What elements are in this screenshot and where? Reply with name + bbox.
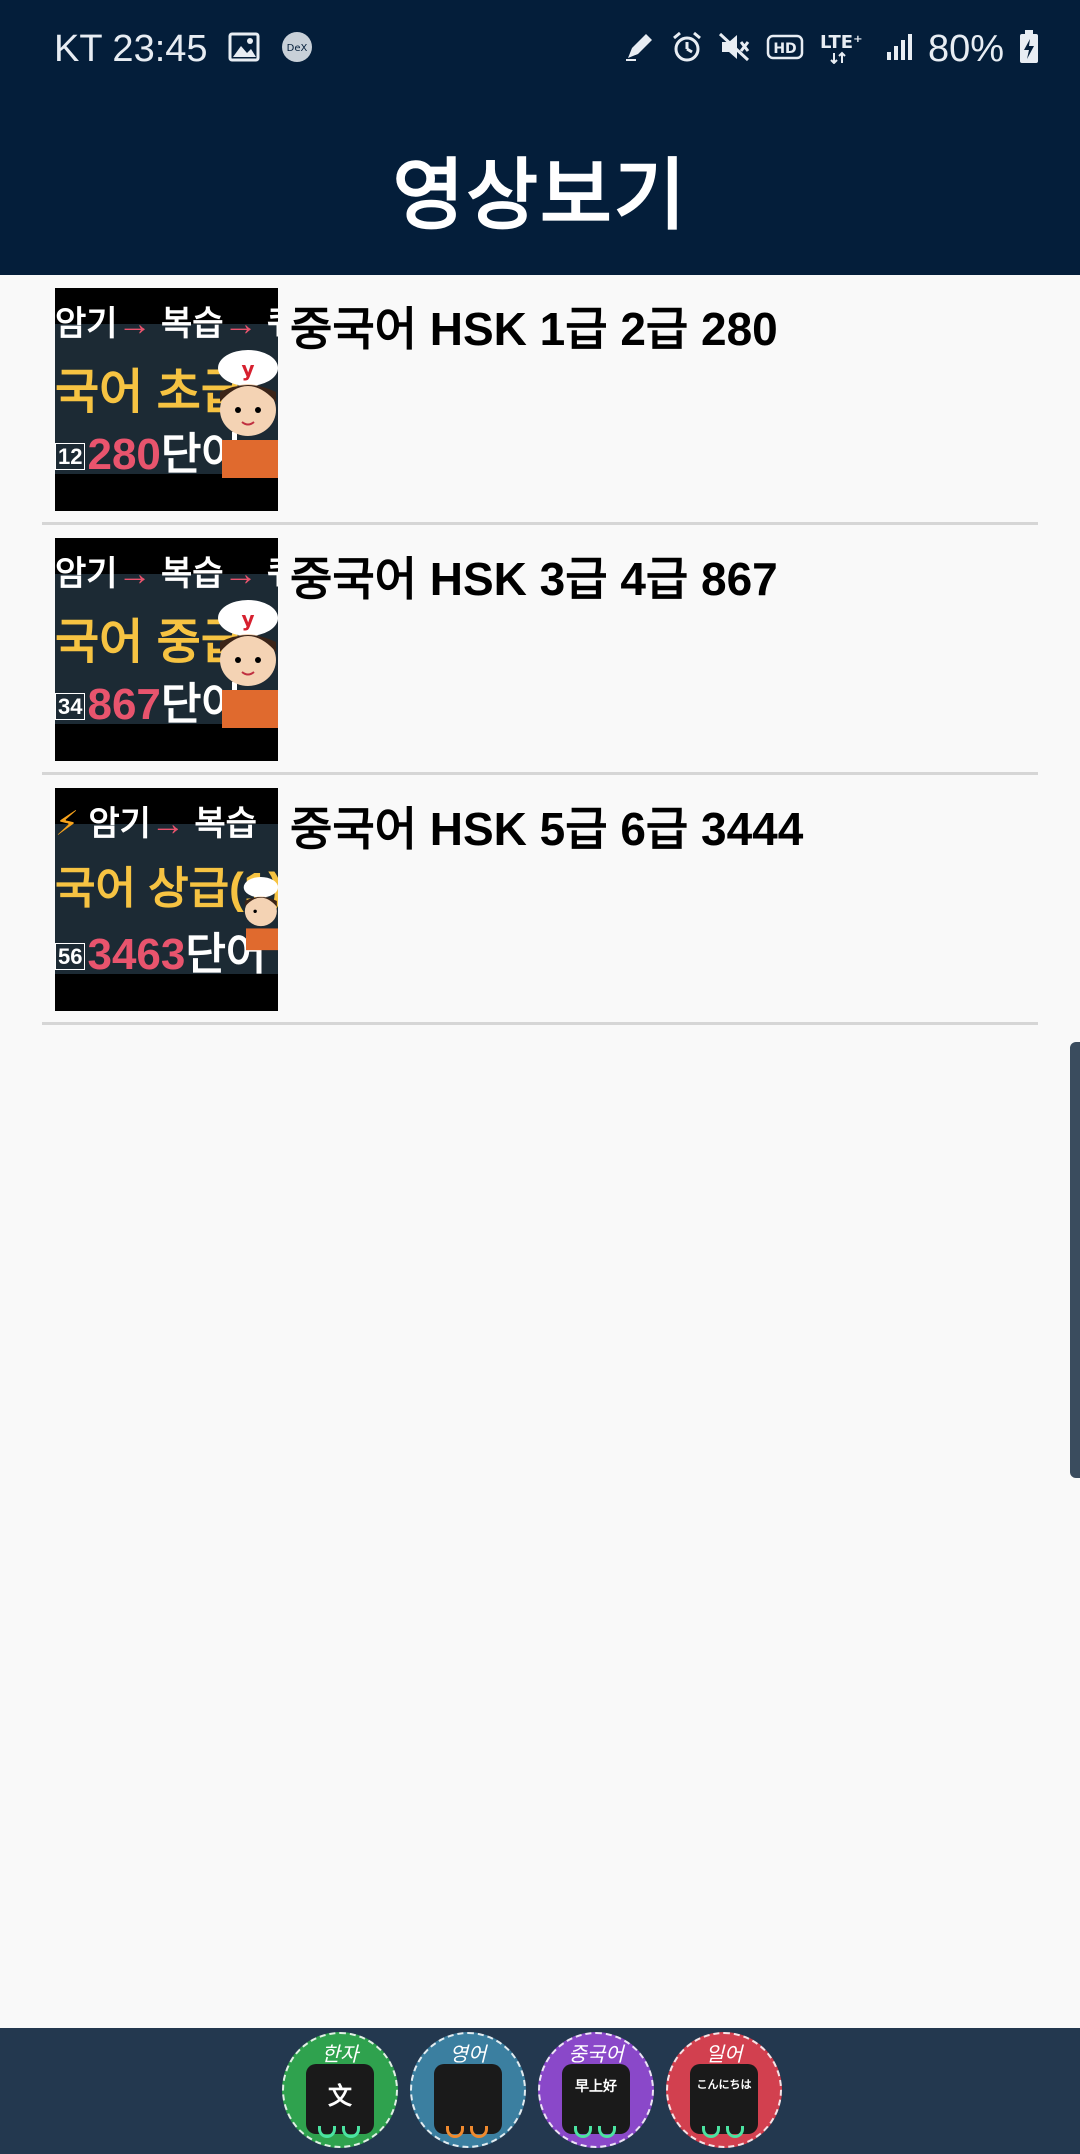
thumbnail-steps: ⚡ 암기→ 복습 <box>55 796 257 845</box>
chef-mascot-icon: y <box>218 600 278 728</box>
arrow-icon: → <box>223 305 258 343</box>
app-icon-group: 한자 文 영어 중국어 早上好 일어 こんにちは <box>282 2032 782 2148</box>
thumbnail-level: 12 <box>55 443 86 471</box>
app-glyph: 早上好 <box>575 2078 617 2094</box>
thumbnail-step: 암기 <box>55 555 118 593</box>
video-title[interactable]: 중국어 HSK 1급 2급 280 <box>290 293 778 359</box>
svg-text:LTE⁺: LTE⁺ <box>820 32 863 53</box>
thumbnail-steps: 암기→ 복습→ 퀴즈 <box>55 296 278 345</box>
thumbnail-count: 3463 <box>87 930 186 979</box>
bottom-app-bar: 한자 文 영어 중국어 早上好 일어 こんにちは <box>0 2028 1080 2154</box>
thumbnail-step: 복습 <box>161 305 224 343</box>
video-thumbnail[interactable]: 암기→ 복습→ 퀴즈 국어 중급 34867단어 y <box>55 538 278 761</box>
chef-mascot-icon <box>243 877 278 951</box>
status-bar: KT 23:45 DeX HD LTE⁺ 80% <box>0 0 1080 102</box>
image-icon <box>228 32 260 67</box>
battery-percent: 80% <box>927 28 1004 70</box>
lte-plus-icon: LTE⁺ <box>818 30 870 69</box>
video-list-item[interactable]: 암기→ 복습→ 퀴즈 국어 중급 34867단어 y 중국어 HSK 3급 4급… <box>42 525 1038 775</box>
eyes-icon <box>318 2126 364 2140</box>
chinese-app-icon[interactable]: 중국어 早上好 <box>538 2032 654 2148</box>
battery-charging-icon <box>1018 29 1040 70</box>
page-title: 영상보기 <box>392 150 688 239</box>
app-label: 영어 <box>449 2044 487 2066</box>
eyes-icon <box>702 2126 748 2140</box>
chef-mascot-icon: y <box>218 350 278 478</box>
thumbnail-count: 280 <box>87 430 161 479</box>
app-header: 영상보기 <box>0 102 1080 275</box>
app-label: 일어 <box>705 2044 743 2066</box>
flame-icon: ⚡ <box>55 805 79 843</box>
app-glyph: 文 <box>328 2083 352 2110</box>
app-glyph: こんにちは <box>696 2079 752 2091</box>
thumbnail-level: 56 <box>55 943 86 971</box>
video-list: 암기→ 복습→ 퀴즈 국어 초급 12280단어 y 중국어 HSK 1급 2급… <box>42 275 1038 1025</box>
app-screen <box>434 2064 502 2134</box>
app-label: 한자 <box>321 2044 359 2066</box>
thumbnail-step: 암기 <box>55 305 118 343</box>
app-label: 중국어 <box>568 2044 624 2066</box>
japanese-app-icon[interactable]: 일어 こんにちは <box>666 2032 782 2148</box>
app-screen <box>690 2064 758 2134</box>
app-screen <box>562 2064 630 2134</box>
arrow-icon: → <box>223 555 258 593</box>
svg-text:HD: HD <box>773 41 796 57</box>
thumbnail-step: 복습 <box>161 555 224 593</box>
thumbnail-step: 퀴즈 <box>267 305 278 343</box>
thumbnail-step: 복습 <box>194 805 257 843</box>
signal-icon <box>884 32 914 67</box>
mute-icon <box>718 30 752 69</box>
arrow-icon: → <box>117 555 152 593</box>
carrier-time: KT 23:45 <box>54 28 208 70</box>
video-title[interactable]: 중국어 HSK 5급 6급 3444 <box>290 793 803 859</box>
alarm-icon <box>670 30 704 69</box>
hanja-app-icon[interactable]: 한자 文 <box>282 2032 398 2148</box>
arrow-icon: → <box>150 805 185 843</box>
thumbnail-steps: 암기→ 복습→ 퀴즈 <box>55 546 278 595</box>
video-list-item[interactable]: ⚡ 암기→ 복습 국어 상급(1) 56 3463단어 중국어 HSK 5급 6급… <box>42 775 1038 1025</box>
dex-icon: DeX <box>280 30 314 69</box>
english-app-icon[interactable]: 영어 <box>410 2032 526 2148</box>
thumbnail-word-count: 56 3463단어 <box>55 918 266 982</box>
arrow-icon: → <box>117 305 152 343</box>
hd-icon: HD <box>766 32 804 67</box>
thumbnail-count: 867 <box>87 680 161 729</box>
scrollbar[interactable] <box>1070 1042 1080 1478</box>
eyes-icon <box>574 2126 620 2140</box>
svg-text:y: y <box>241 607 254 631</box>
video-thumbnail[interactable]: ⚡ 암기→ 복습 국어 상급(1) 56 3463단어 <box>55 788 278 1011</box>
pen-icon <box>622 30 656 69</box>
thumbnail-step: 암기 <box>88 805 151 843</box>
video-list-item[interactable]: 암기→ 복습→ 퀴즈 국어 초급 12280단어 y 중국어 HSK 1급 2급… <box>42 275 1038 525</box>
thumbnail-step: 퀴즈 <box>267 555 278 593</box>
video-thumbnail[interactable]: 암기→ 복습→ 퀴즈 국어 초급 12280단어 y <box>55 288 278 511</box>
svg-text:y: y <box>241 357 254 381</box>
video-title[interactable]: 중국어 HSK 3급 4급 867 <box>290 543 778 609</box>
thumbnail-level: 34 <box>55 693 86 721</box>
eyes-icon <box>446 2126 492 2140</box>
svg-text:DeX: DeX <box>286 43 307 54</box>
